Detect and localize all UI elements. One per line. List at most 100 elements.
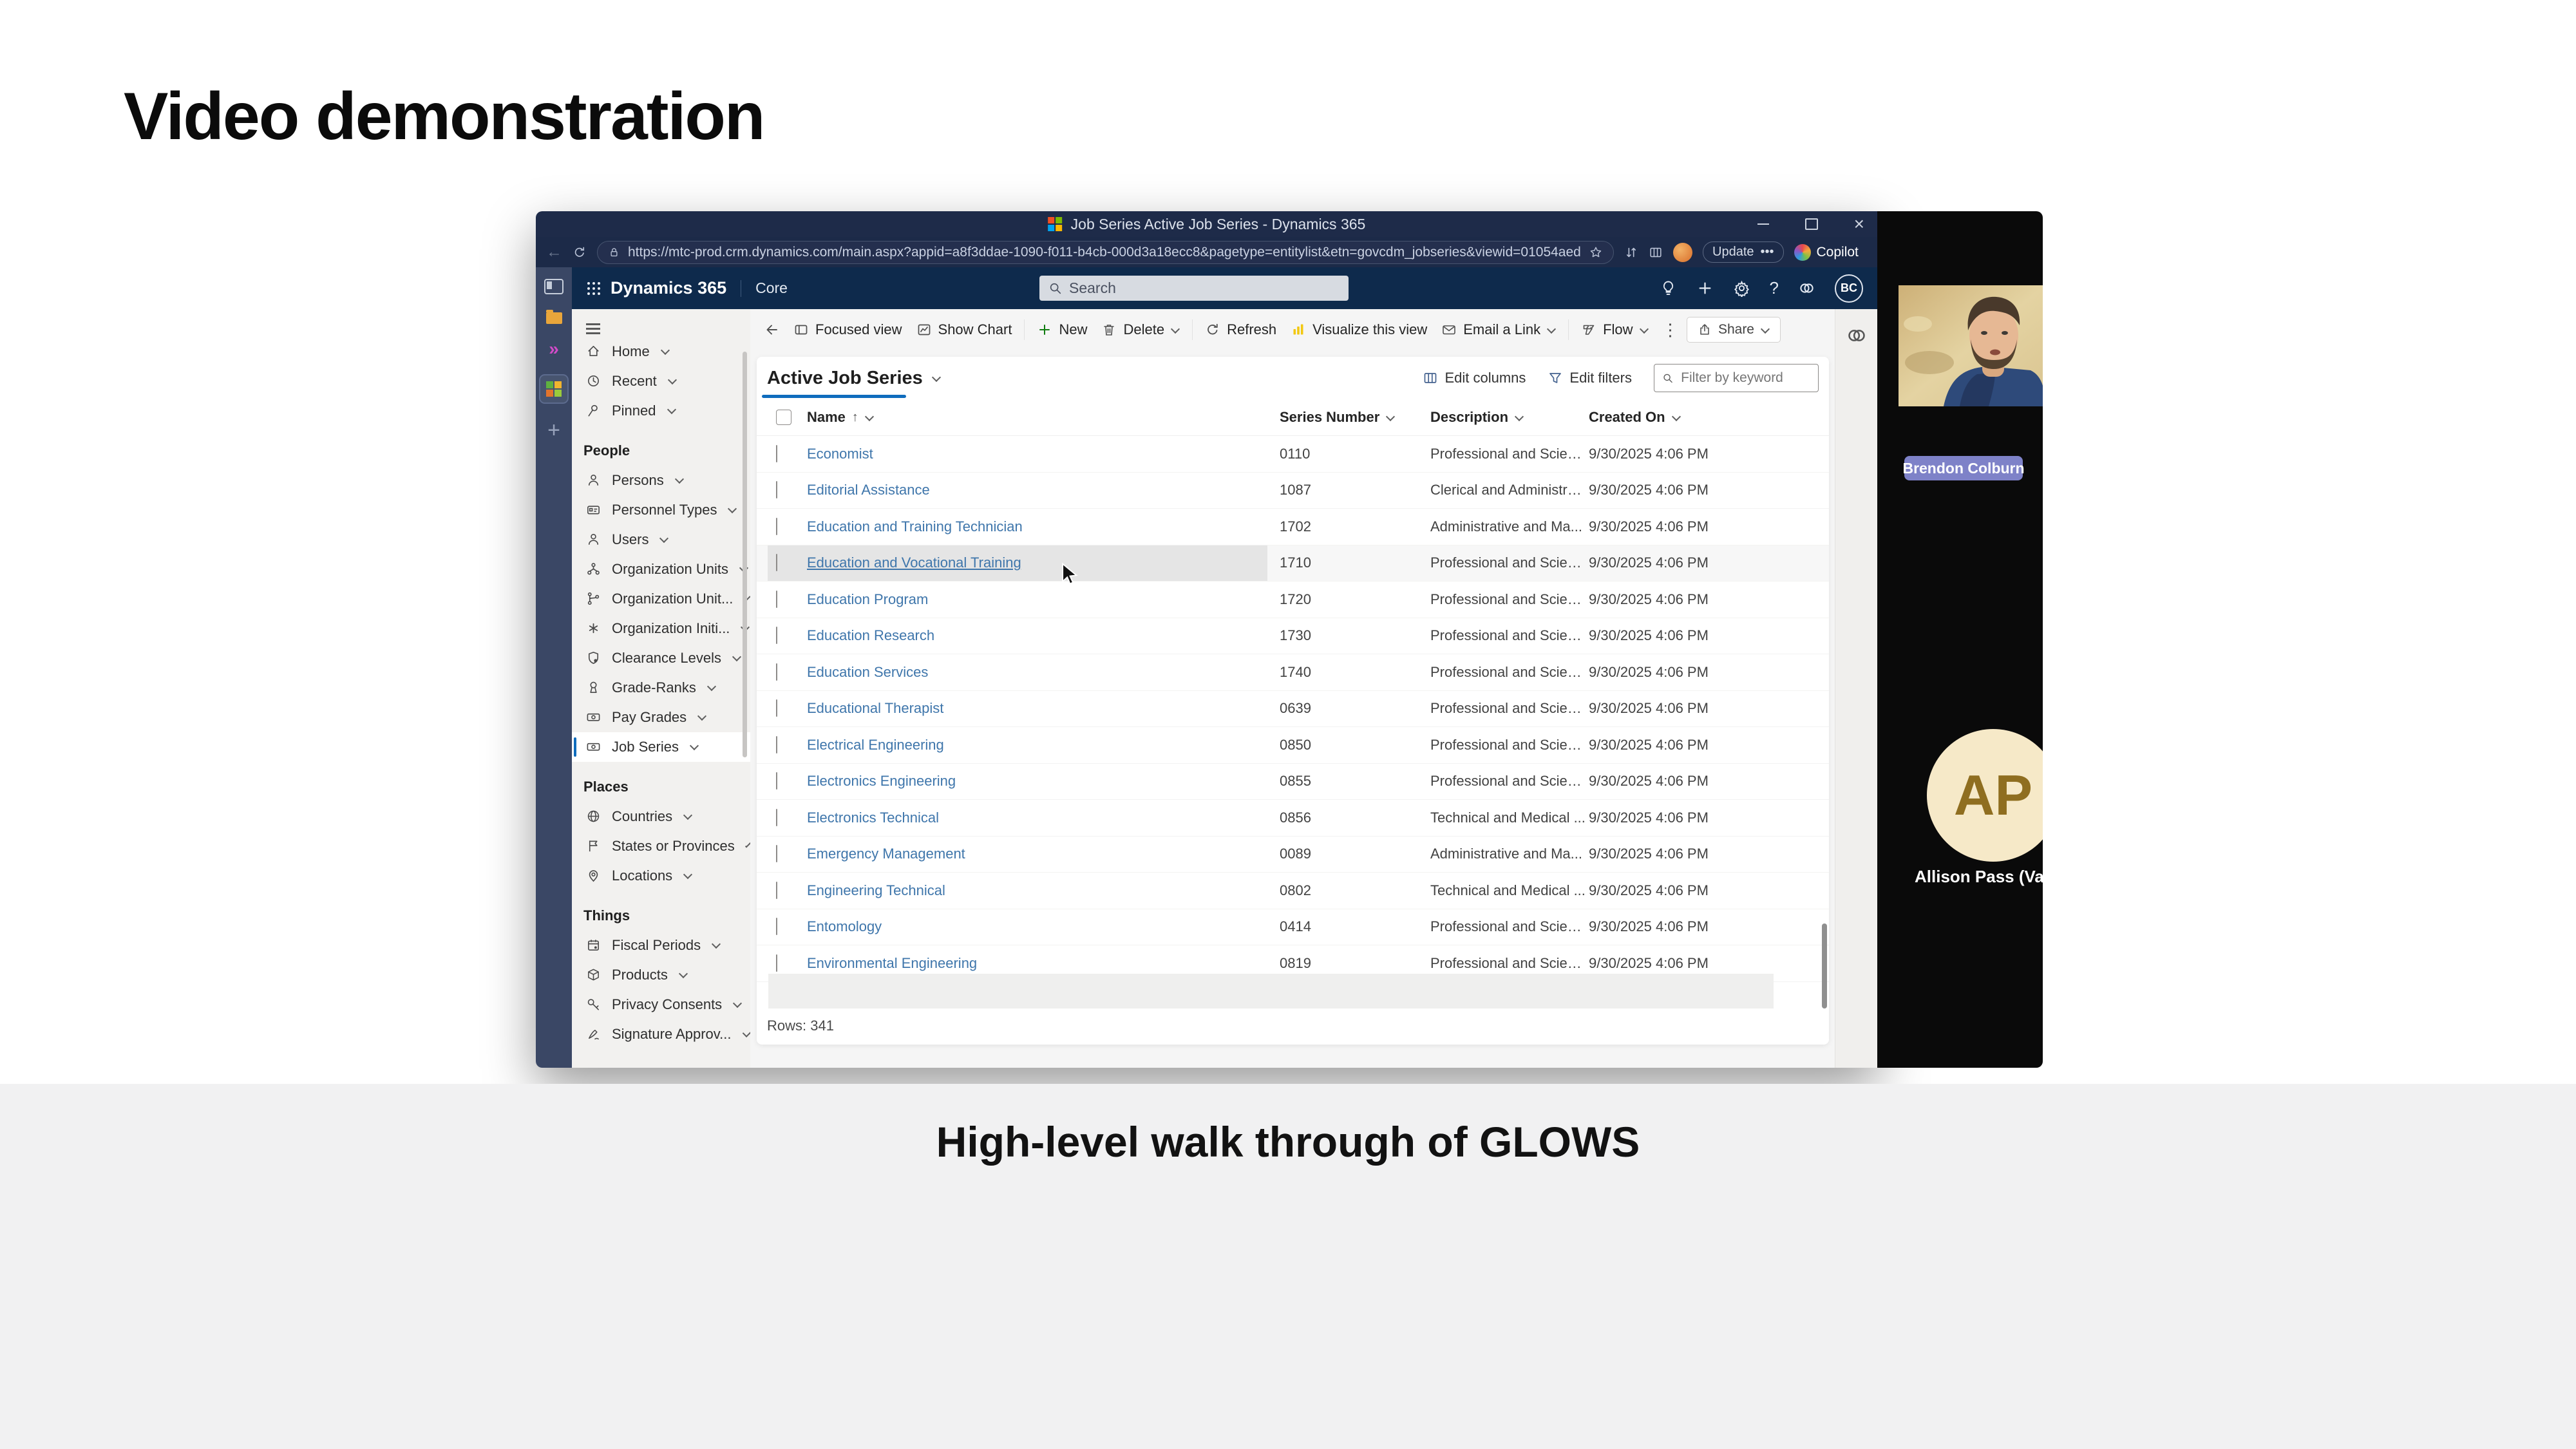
- more-commands-icon[interactable]: ⋮: [1656, 320, 1685, 340]
- chevron-down-icon[interactable]: [659, 534, 668, 543]
- sidebar-item-home[interactable]: Home: [572, 337, 750, 366]
- refresh-button[interactable]: Refresh: [1198, 317, 1283, 342]
- row-name-link[interactable]: Economist: [807, 446, 873, 462]
- chevron-down-icon[interactable]: [683, 870, 692, 879]
- row-checkbox[interactable]: [776, 554, 777, 571]
- row-checkbox[interactable]: [776, 699, 777, 717]
- power-apps-chevrons-icon[interactable]: »: [549, 342, 559, 356]
- row-checkbox[interactable]: [776, 481, 777, 498]
- row-name-link[interactable]: Engineering Technical: [807, 882, 945, 899]
- chevron-down-icon[interactable]: [707, 682, 716, 691]
- global-search-box[interactable]: Search: [1039, 276, 1349, 301]
- edit-columns-button[interactable]: Edit columns: [1423, 370, 1526, 386]
- select-all-checkbox[interactable]: [776, 410, 791, 425]
- sidebar-item-fiscal-periods[interactable]: Fiscal Periods: [572, 931, 750, 960]
- address-bar[interactable]: https://mtc-prod.crm.dynamics.com/main.a…: [597, 241, 1614, 264]
- table-row[interactable]: Entomology 0414 Professional and Scient.…: [757, 909, 1829, 946]
- row-checkbox[interactable]: [776, 809, 777, 826]
- table-row[interactable]: Economist 0110 Professional and Scient..…: [757, 436, 1829, 473]
- table-row[interactable]: Education and Vocational Training 1710 P…: [757, 545, 1829, 582]
- row-checkbox[interactable]: [776, 918, 777, 935]
- row-name-link[interactable]: Education and Training Technician: [807, 518, 1023, 535]
- chevron-down-icon[interactable]: [1639, 324, 1648, 333]
- sidebar-item-privacy-consents[interactable]: Privacy Consents: [572, 990, 750, 1019]
- sidebar-item-clearance-levels[interactable]: Clearance Levels: [572, 643, 750, 673]
- row-name-link[interactable]: Editorial Assistance: [807, 482, 930, 498]
- table-row[interactable]: Electronics Technical 0856 Technical and…: [757, 800, 1829, 837]
- favorites-star-icon[interactable]: [1589, 245, 1603, 260]
- row-name-link[interactable]: Electronics Technical: [807, 810, 939, 826]
- sidenav-scrollbar[interactable]: [743, 352, 747, 757]
- sidebar-item-persons[interactable]: Persons: [572, 466, 750, 495]
- column-header-name[interactable]: Name ↑: [807, 409, 874, 426]
- row-checkbox[interactable]: [776, 445, 777, 462]
- waffle-icon[interactable]: [587, 282, 590, 285]
- chevron-down-icon[interactable]: [1672, 412, 1681, 421]
- table-row[interactable]: Education Services 1740 Professional and…: [757, 654, 1829, 691]
- chevron-down-icon[interactable]: [697, 712, 706, 721]
- sidebar-item-pay-grades[interactable]: Pay Grades: [572, 703, 750, 732]
- chevron-down-icon[interactable]: [683, 811, 692, 820]
- view-selector[interactable]: Active Job Series: [767, 368, 941, 389]
- visualize-view-button[interactable]: Visualize this view: [1283, 317, 1434, 342]
- sidebar-item-states-or-provinces[interactable]: States or Provinces: [572, 831, 750, 861]
- browser-profile-avatar[interactable]: [1673, 243, 1692, 262]
- back-icon[interactable]: [764, 322, 780, 337]
- share-button[interactable]: Share: [1687, 317, 1781, 343]
- table-row[interactable]: Education Program 1720 Professional and …: [757, 582, 1829, 618]
- row-name-link[interactable]: Education Services: [807, 664, 928, 681]
- email-link-button[interactable]: Email a Link: [1434, 317, 1563, 342]
- row-checkbox[interactable]: [776, 772, 777, 790]
- row-name-link[interactable]: Emergency Management: [807, 846, 965, 862]
- sidebar-item-signature-approv-[interactable]: Signature Approv...: [572, 1019, 750, 1049]
- restore-icon[interactable]: [1805, 218, 1818, 230]
- participant-video[interactable]: [1899, 285, 2043, 406]
- sidebar-item-organization-units[interactable]: Organization Units: [572, 554, 750, 584]
- chevron-down-icon[interactable]: [745, 842, 750, 848]
- lightbulb-icon[interactable]: [1660, 279, 1677, 297]
- tab-layout-icon[interactable]: [544, 279, 564, 294]
- sidebar-item-countries[interactable]: Countries: [572, 802, 750, 831]
- edit-filters-button[interactable]: Edit filters: [1548, 370, 1632, 386]
- chevron-down-icon[interactable]: [1547, 324, 1556, 333]
- environment-name[interactable]: Core: [755, 279, 788, 297]
- row-checkbox[interactable]: [776, 627, 777, 644]
- sidebar-item-personnel-types[interactable]: Personnel Types: [572, 495, 750, 525]
- copilot-icon[interactable]: [1846, 325, 1868, 346]
- chevron-down-icon[interactable]: [690, 741, 699, 750]
- row-checkbox[interactable]: [776, 882, 777, 899]
- row-name-link[interactable]: Environmental Engineering: [807, 955, 977, 972]
- sync-icon[interactable]: [1624, 245, 1638, 260]
- keyword-filter-box[interactable]: [1654, 364, 1819, 392]
- table-row[interactable]: Education and Training Technician 1702 A…: [757, 509, 1829, 545]
- row-name-link[interactable]: Education Program: [807, 591, 928, 608]
- chevron-down-icon[interactable]: [1171, 324, 1180, 333]
- sidebar-item-job-series[interactable]: Job Series: [572, 732, 750, 762]
- collections-icon[interactable]: [1649, 245, 1663, 260]
- row-checkbox[interactable]: [776, 518, 777, 535]
- sidebar-item-recent[interactable]: Recent: [572, 366, 750, 396]
- browser-titlebar[interactable]: Job Series Active Job Series - Dynamics …: [536, 211, 1877, 237]
- chevron-down-icon[interactable]: [668, 375, 677, 384]
- chevron-down-icon[interactable]: [679, 969, 688, 978]
- row-name-link[interactable]: Electronics Engineering: [807, 773, 956, 790]
- new-button[interactable]: New: [1030, 317, 1094, 342]
- sidebar-item-users[interactable]: Users: [572, 525, 750, 554]
- folder-icon[interactable]: [546, 312, 562, 324]
- row-checkbox[interactable]: [776, 954, 777, 972]
- row-name-link[interactable]: Educational Therapist: [807, 700, 943, 717]
- copilot-icon[interactable]: [1798, 279, 1815, 297]
- chevron-down-icon[interactable]: [667, 405, 676, 414]
- chevron-down-icon[interactable]: [728, 504, 737, 513]
- chevron-down-icon[interactable]: [1515, 412, 1524, 421]
- sidebar-item-pinned[interactable]: Pinned: [572, 396, 750, 426]
- hamburger-icon[interactable]: [586, 323, 600, 325]
- sidebar-item-products[interactable]: Products: [572, 960, 750, 990]
- sidebar-item-organization-unit-[interactable]: Organization Unit...: [572, 584, 750, 614]
- table-row[interactable]: Electrical Engineering 0850 Professional…: [757, 727, 1829, 764]
- update-button[interactable]: Update •••: [1703, 242, 1784, 263]
- app-name[interactable]: Dynamics 365: [611, 278, 726, 298]
- help-icon[interactable]: ?: [1770, 278, 1779, 298]
- column-header-created-on[interactable]: Created On: [1589, 409, 1681, 426]
- row-checkbox[interactable]: [776, 663, 777, 681]
